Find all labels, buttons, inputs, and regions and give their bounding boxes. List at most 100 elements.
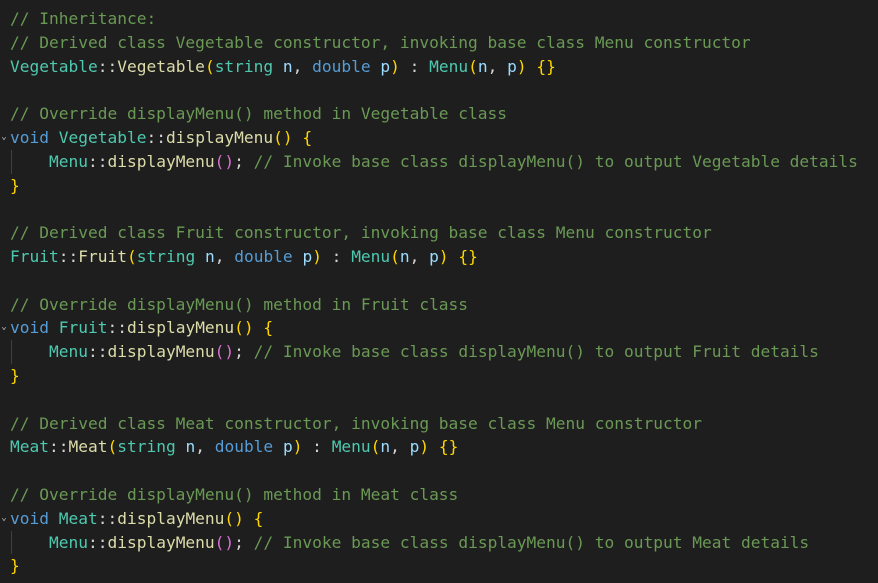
code-token: // Inheritance: (10, 9, 157, 28)
code-token: n (477, 56, 488, 76)
code-token: ) (292, 437, 303, 457)
code-token: ( (468, 56, 478, 76)
code-token: n (380, 437, 391, 457)
code-token: p (380, 56, 391, 76)
code-line[interactable]: Meat::Meat(string n, double p) : Menu(n,… (10, 435, 458, 459)
code-line[interactable]: Vegetable::Vegetable(string n, double p)… (10, 55, 556, 79)
code-token: displayMenu (117, 508, 225, 528)
code-token: ) (438, 247, 449, 266)
code-token: ( (107, 437, 118, 457)
code-token: :: (146, 128, 166, 147)
code-editor[interactable]: // Inheritance: // Derived class Vegetabl… (0, 0, 878, 583)
code-line[interactable]: // Override displayMenu() method in Meat… (10, 483, 458, 507)
code-token: { (263, 318, 274, 338)
chevron-down-icon[interactable]: ⌄ (0, 126, 8, 150)
code-token: Fruit (10, 247, 59, 266)
code-token: double (214, 437, 274, 457)
code-token: () (214, 342, 235, 362)
code-token: // Invoke base class displayMenu() to ou… (253, 151, 858, 171)
code-token: ) (312, 247, 322, 266)
code-token: ( (390, 247, 400, 266)
code-line[interactable]: Fruit::Fruit(string n, double p) : Menu(… (10, 245, 478, 269)
code-token: ( (370, 437, 381, 457)
code-line[interactable]: // Override displayMenu() method in Frui… (10, 293, 468, 317)
code-token: {} (536, 56, 556, 76)
code-token: n (185, 437, 196, 457)
code-token: string (214, 56, 274, 76)
code-token: displayMenu (107, 532, 215, 552)
code-line[interactable]: Menu::displayMenu(); // Invoke base clas… (10, 150, 858, 174)
code-token: :: (58, 247, 79, 266)
code-token: ) (516, 56, 527, 76)
code-token: displayMenu (107, 151, 215, 171)
code-token: // Invoke base class displayMenu() to ou… (253, 342, 819, 362)
code-token: : (321, 247, 352, 266)
code-line[interactable]: // Derived class Fruit constructor, invo… (10, 221, 712, 245)
code-token: void (10, 128, 49, 147)
code-token: } (10, 556, 20, 576)
code-token: :: (97, 56, 118, 76)
code-line[interactable]: } (10, 174, 20, 198)
code-token: :: (87, 342, 108, 362)
code-line[interactable]: Menu::displayMenu(); // Invoke base clas… (10, 340, 819, 364)
code-line[interactable]: void Meat::displayMenu() { (10, 507, 263, 531)
code-line[interactable]: // Inheritance: (10, 7, 156, 31)
code-token: string (117, 437, 176, 457)
code-token: n (204, 247, 215, 266)
code-token: } (10, 175, 20, 195)
code-token: Menu (429, 56, 469, 76)
code-token: // Derived class Fruit constructor, invo… (10, 223, 712, 243)
code-line[interactable]: Menu::displayMenu(); // Invoke base clas… (10, 531, 809, 555)
code-token: :: (87, 151, 108, 171)
code-token: Meat (10, 437, 49, 457)
code-token: :: (87, 532, 108, 552)
code-token: () (234, 318, 254, 338)
code-token: n (282, 56, 293, 76)
code-token: ) (419, 437, 430, 457)
code-token: p (507, 56, 517, 76)
code-line[interactable]: // Override displayMenu() method in Vege… (10, 102, 507, 126)
code-token: ( (204, 56, 215, 76)
code-token: Menu (351, 247, 391, 266)
code-token: p (429, 247, 439, 266)
code-line[interactable]: void Vegetable::displayMenu() { (10, 126, 312, 150)
code-token: Menu (331, 437, 371, 457)
code-token: : (302, 437, 332, 457)
code-token: :: (48, 437, 69, 457)
code-line[interactable]: void Fruit::displayMenu() { (10, 316, 273, 340)
code-line[interactable]: } (10, 364, 20, 388)
code-token: // Derived class Vegetable constructor, … (10, 32, 751, 52)
code-token: Vegetable (117, 56, 205, 76)
code-token: ( (126, 247, 137, 266)
code-token: Meat (68, 437, 108, 457)
code-token: Menu (48, 532, 88, 552)
code-line[interactable]: } (10, 554, 20, 578)
chevron-down-icon[interactable]: ⌄ (0, 507, 8, 531)
code-token: , (487, 56, 508, 76)
code-token: , (292, 56, 313, 76)
code-token: n (399, 247, 410, 266)
code-token: Menu (48, 342, 88, 362)
code-token: // Derived class Meat constructor, invok… (10, 413, 702, 433)
indent-guide (11, 340, 12, 364)
code-token: ) (390, 56, 400, 76)
chevron-down-icon[interactable]: ⌄ (0, 316, 8, 340)
code-line[interactable]: // Derived class Vegetable constructor, … (10, 31, 751, 55)
code-token: { (302, 128, 313, 147)
code-token: void (10, 318, 49, 338)
code-line[interactable]: // Derived class Meat constructor, invok… (10, 412, 702, 436)
code-token: () (214, 151, 235, 171)
code-token: , (390, 437, 410, 457)
